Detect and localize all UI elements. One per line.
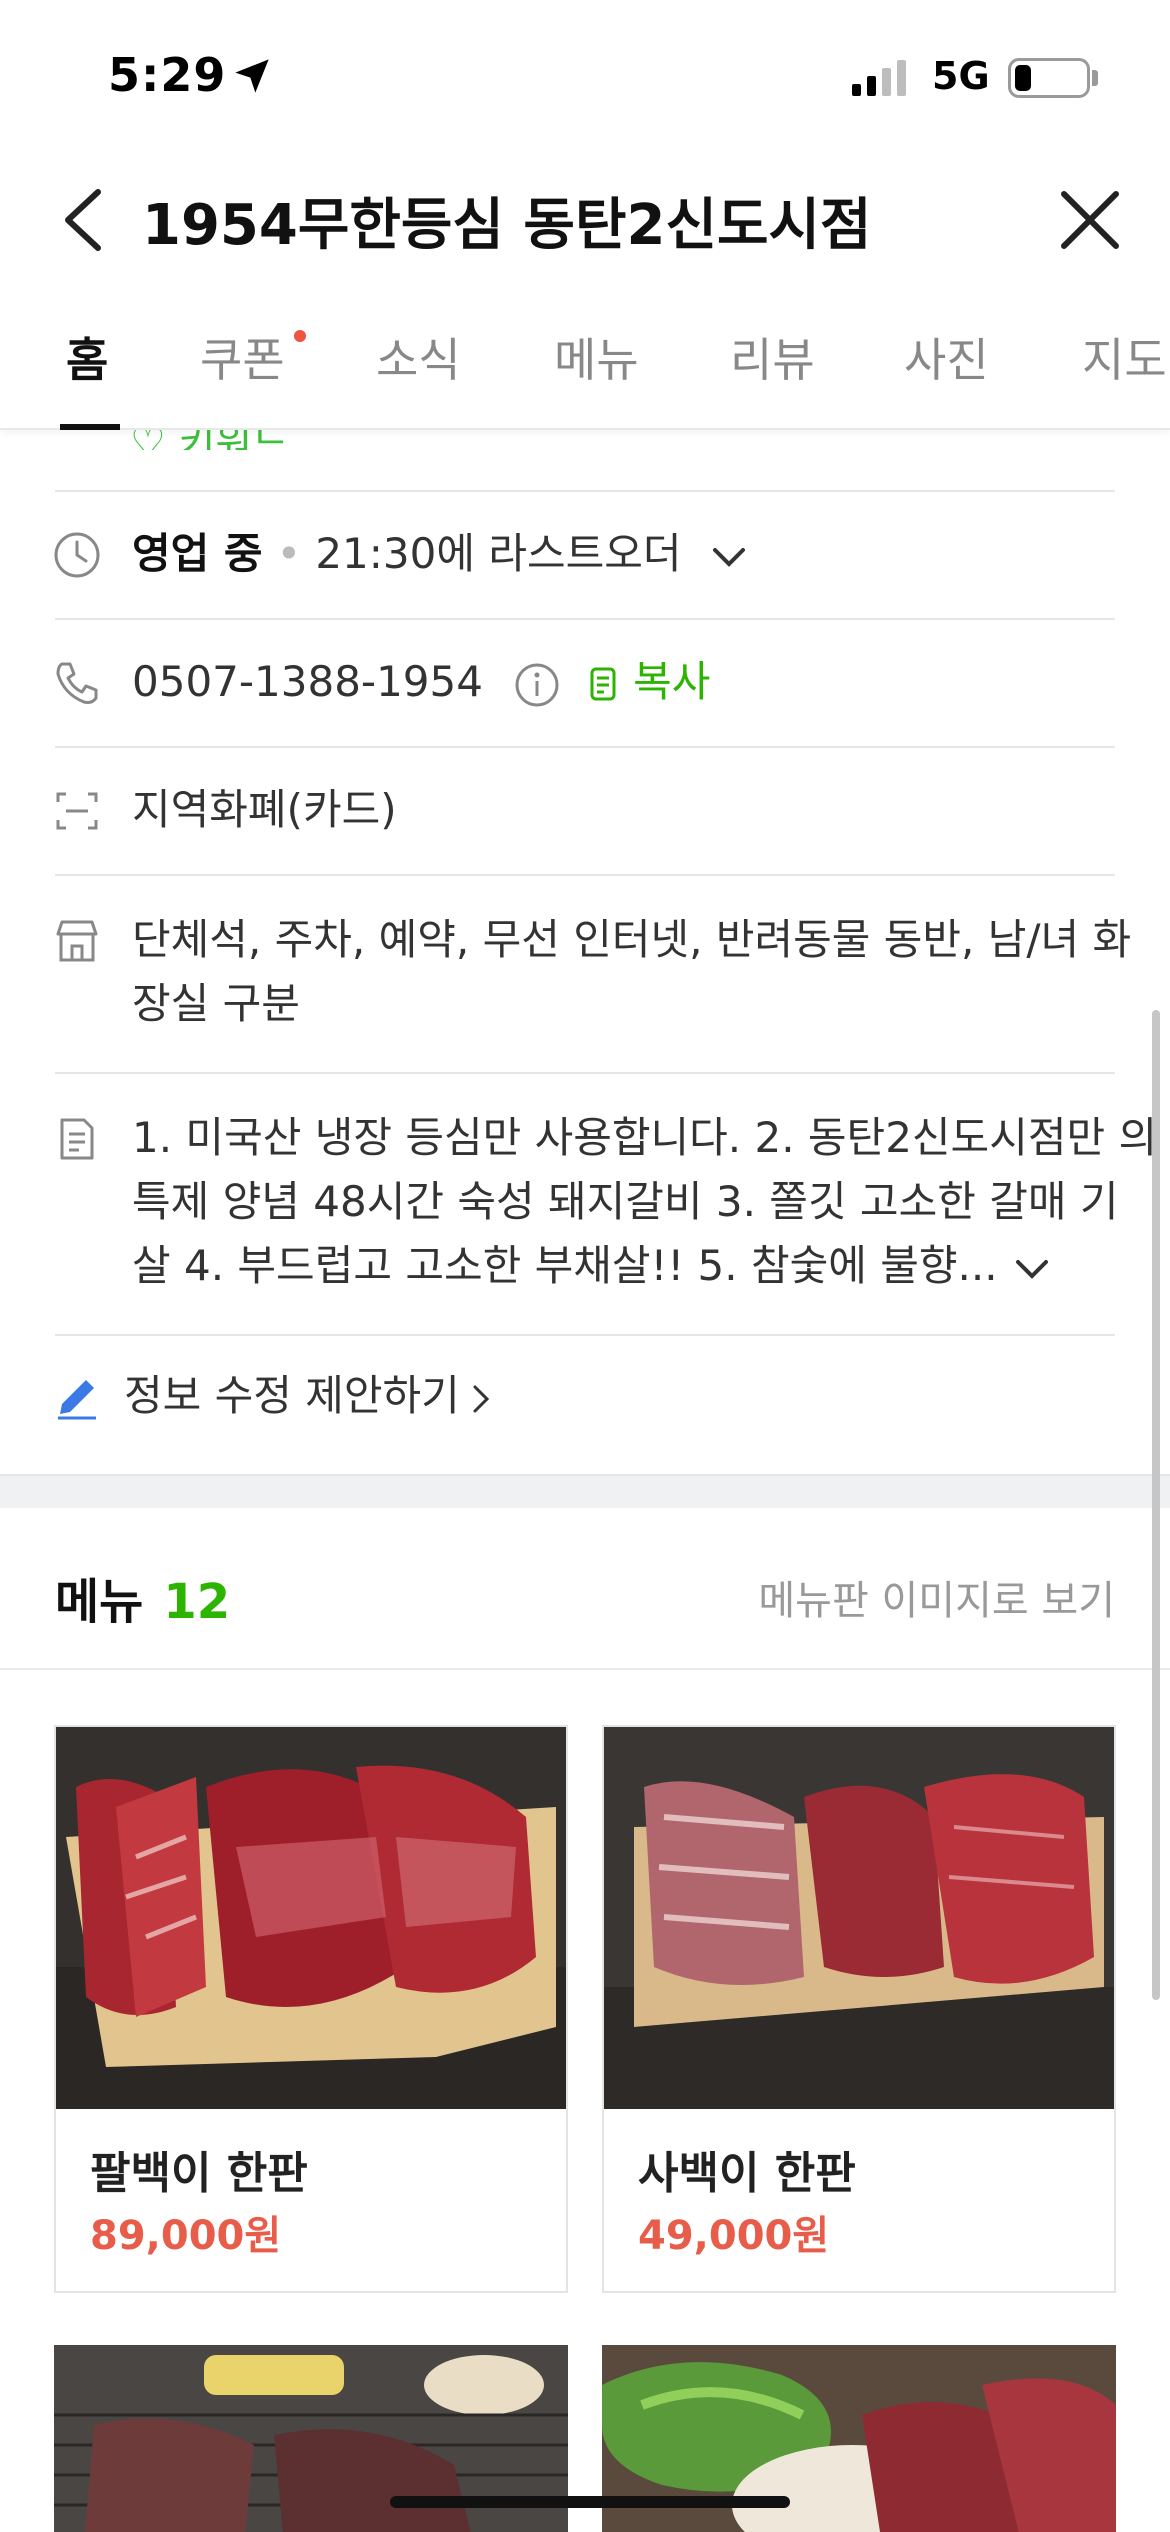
dot-separator: • <box>276 529 302 578</box>
menu-item-name: 팔백이 한판 <box>90 2148 308 2199</box>
section-separator <box>0 1474 1170 1508</box>
status-bar: 5:29 5G <box>0 0 1170 150</box>
network-label: 5G <box>932 54 990 98</box>
divider <box>55 746 1115 748</box>
battery-icon <box>1008 58 1090 98</box>
battery-cap <box>1092 70 1098 86</box>
menu-title: 메뉴 <box>55 1574 144 1630</box>
divider <box>0 1668 1170 1670</box>
suggest-edit-link[interactable]: 정보 수정 제안하기 <box>124 1364 492 1428</box>
status-time: 5:29 <box>108 48 227 102</box>
back-button[interactable] <box>50 180 120 260</box>
menu-item-name: 사백이 한판 <box>638 2148 856 2199</box>
menu-photo <box>56 1727 566 2109</box>
amenities-row: 단체석, 주차, 예약, 무선 인터넷, 반려동물 동반, 남/녀 화 장실 구… <box>132 908 1131 1036</box>
tab-review[interactable]: 리뷰 <box>730 324 815 390</box>
tab-bar: 홈 쿠폰 소식 메뉴 리뷰 사진 지도 <box>0 300 1170 430</box>
new-badge-dot <box>294 330 306 342</box>
page-title: 1954무한등심 동탄2신도시점 <box>142 193 872 258</box>
tab-map[interactable]: 지도 <box>1082 324 1167 390</box>
tab-coupon[interactable]: 쿠폰 <box>200 324 285 390</box>
open-status: 영업 중 <box>132 529 263 578</box>
clock-icon <box>54 532 100 578</box>
store-icon <box>56 920 98 962</box>
menu-count: 12 <box>163 1574 231 1630</box>
suggest-edit-label: 정보 수정 제안하기 <box>124 1371 460 1420</box>
screen: 5:29 5G 1954무한등심 동탄2신도시점 ♡ 키워드 영업 중 • 21… <box>0 0 1170 2532</box>
scan-card-icon <box>56 792 98 830</box>
payment-row: 지역화폐(카드) <box>132 785 397 834</box>
home-indicator[interactable] <box>390 2496 790 2508</box>
copy-icon <box>590 667 616 700</box>
divider <box>55 618 1115 620</box>
copy-button[interactable]: 복사 <box>633 657 710 706</box>
close-button[interactable] <box>1050 180 1130 260</box>
menu-item-price: 49,000원 <box>638 2213 830 2259</box>
chevron-down-icon[interactable] <box>1014 1257 1050 1281</box>
menu-photo <box>604 1727 1114 2109</box>
menu-card[interactable]: 팔백이 한판 89,000원 <box>54 1725 568 2293</box>
hours-row[interactable]: 영업 중 • 21:30에 라스트오더 <box>132 522 747 586</box>
signal-icon <box>852 60 906 96</box>
location-arrow-icon <box>235 59 269 93</box>
menu-board-image-link[interactable]: 메뉴판 이미지로 보기 <box>758 1568 1115 1626</box>
tab-home[interactable]: 홈 <box>66 324 108 390</box>
tab-news[interactable]: 소식 <box>376 324 461 390</box>
divider <box>55 1334 1115 1336</box>
divider <box>55 874 1115 876</box>
phone-icon <box>56 662 98 704</box>
last-order-text: 21:30에 라스트오더 <box>315 529 682 578</box>
tab-photo[interactable]: 사진 <box>904 324 989 390</box>
divider <box>55 1072 1115 1074</box>
description-line-3-wrap: 살 4. 부드럽고 고소한 부채살!! 5. 참숯에 불향... <box>132 1234 1157 1298</box>
menu-section-title: 메뉴 12 <box>55 1562 230 1632</box>
description-line-3: 살 4. 부드럽고 고소한 부채살!! 5. 참숯에 불향... <box>132 1241 998 1290</box>
menu-item-price: 89,000원 <box>90 2213 282 2259</box>
amenities-line-2: 장실 구분 <box>132 979 300 1028</box>
pencil-icon <box>58 1380 96 1420</box>
header: 1954무한등심 동탄2신도시점 <box>0 150 1170 280</box>
phone-row: 0507-1388-1954 복사 <box>132 650 710 714</box>
active-tab-indicator <box>60 424 120 430</box>
tab-menu[interactable]: 메뉴 <box>554 324 639 390</box>
chevron-down-icon <box>712 547 745 567</box>
description-line-1: 1. 미국산 냉장 등심만 사용합니다. 2. 동탄2신도시점만 의 <box>132 1113 1158 1162</box>
document-icon <box>60 1118 94 1160</box>
description-line-2: 특제 양념 48시간 숙성 돼지갈비 3. 쫄깃 고소한 갈매 기 <box>132 1177 1119 1226</box>
menu-card[interactable]: 사백이 한판 49,000원 <box>602 1725 1116 2293</box>
amenities-line-1: 단체석, 주차, 예약, 무선 인터넷, 반려동물 동반, 남/녀 화 <box>132 915 1132 964</box>
chevron-right-icon <box>473 1385 489 1412</box>
scrollbar[interactable] <box>1152 1010 1160 2000</box>
phone-number[interactable]: 0507-1388-1954 <box>132 657 483 706</box>
description-row[interactable]: 1. 미국산 냉장 등심만 사용합니다. 2. 동탄2신도시점만 의 특제 양념… <box>132 1106 1157 1298</box>
info-icon[interactable] <box>514 662 560 708</box>
divider <box>55 490 1115 492</box>
